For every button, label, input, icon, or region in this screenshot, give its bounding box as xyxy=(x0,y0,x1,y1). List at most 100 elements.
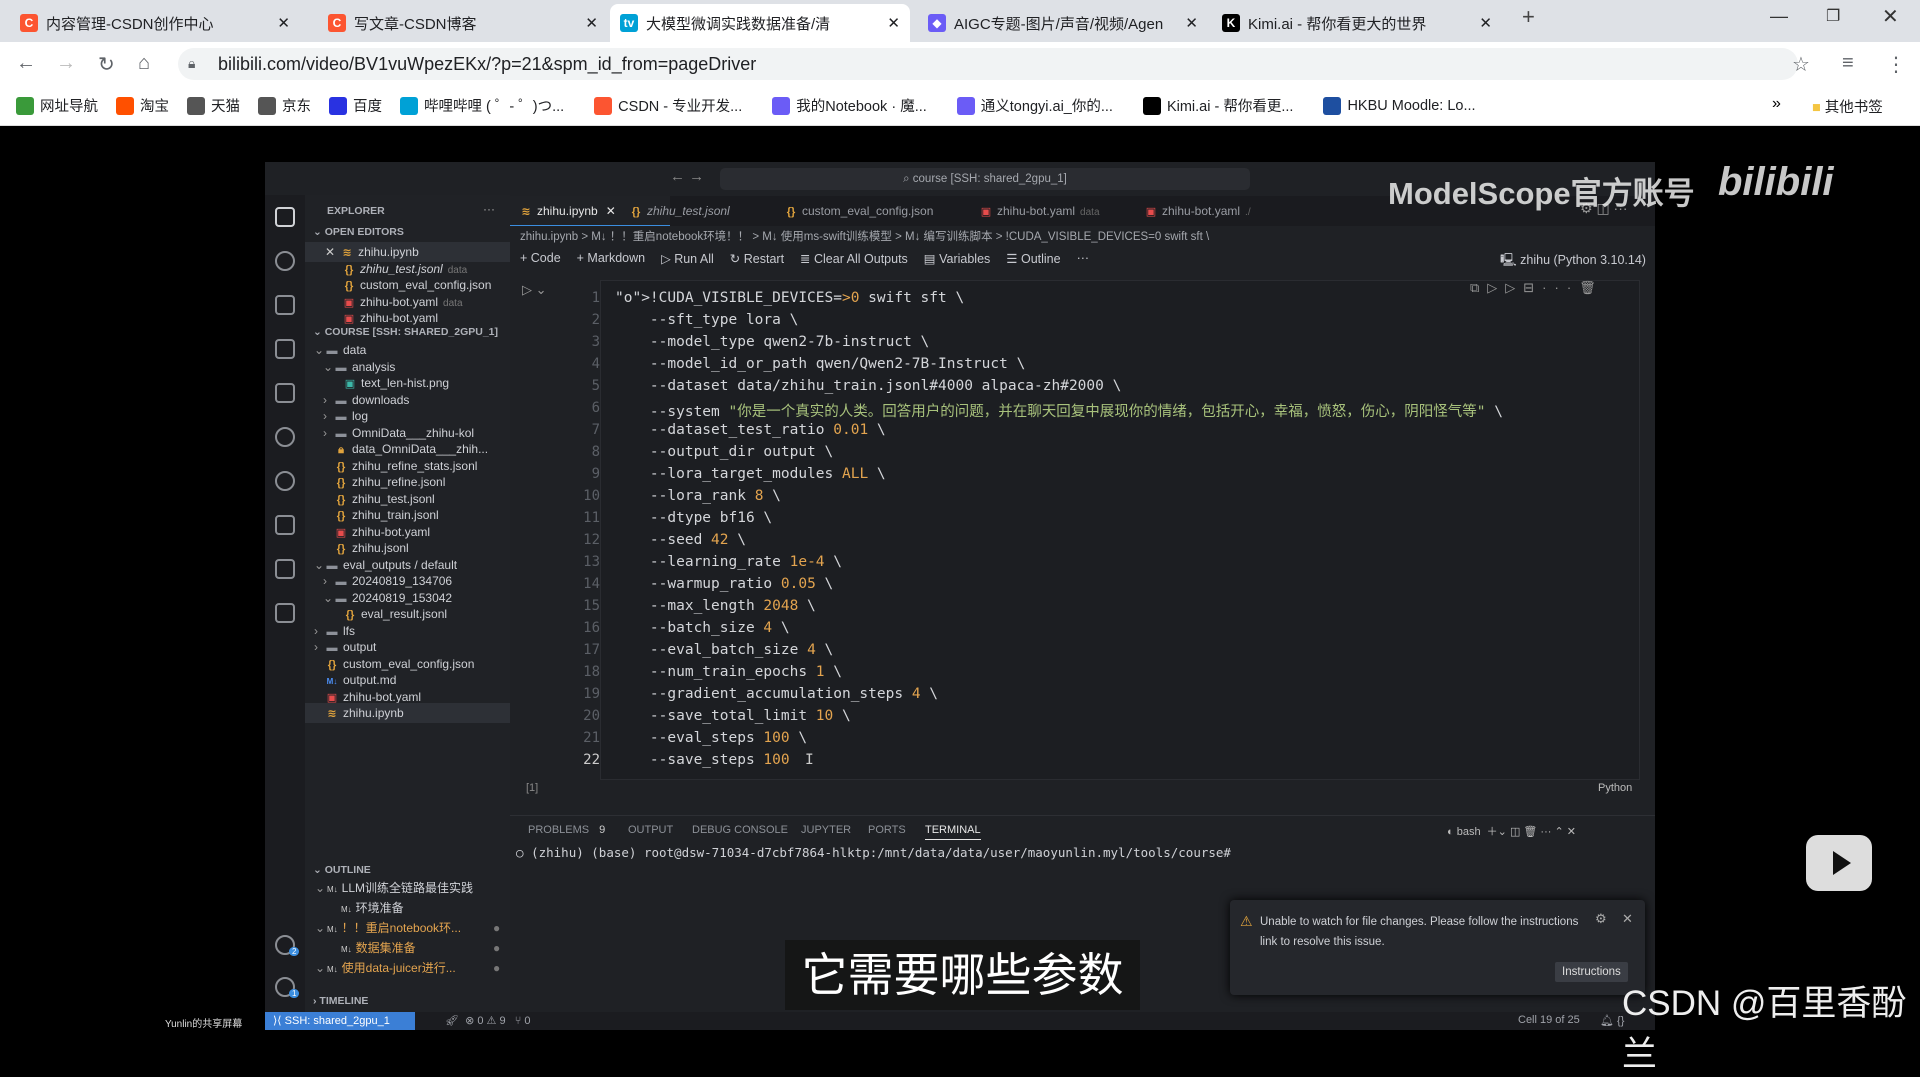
panel-tab[interactable]: TERMINAL xyxy=(925,824,981,840)
bookmark-item[interactable]: 网址导航 xyxy=(16,95,98,116)
code-line[interactable]: --dataset data/zhihu_train.jsonl#4000 al… xyxy=(615,378,1121,394)
clear-outputs-button[interactable]: ≣ Clear All Outputs xyxy=(800,251,908,266)
code-line[interactable]: --save_total_limit 10 \ xyxy=(615,708,851,724)
tree-file[interactable]: ≋ zhihu.ipynb xyxy=(305,703,510,723)
media-icon[interactable]: ≡ xyxy=(1842,52,1854,75)
command-center-search[interactable]: ⌕ course [SSH: shared_2gpu_1] xyxy=(720,168,1250,190)
outline-header[interactable]: ⌄ OUTLINE xyxy=(313,860,371,880)
browser-tab[interactable]: C 写文章-CSDN博客 ✕ xyxy=(318,4,608,42)
notification-close-icon[interactable]: ✕ xyxy=(1622,911,1633,927)
code-line[interactable]: --num_train_epochs 1 \ xyxy=(615,664,842,680)
close-tab-icon[interactable]: ✕ xyxy=(1185,14,1198,32)
run-debug-icon[interactable] xyxy=(275,295,295,315)
back-icon[interactable]: ← xyxy=(16,52,36,75)
open-editor-item[interactable]: ▣ zhihu-bot.yaml xyxy=(305,308,510,328)
kernel-picker[interactable]: 🖳︎ zhihu (Python 3.10.14) xyxy=(1500,251,1646,272)
code-line[interactable]: --learning_rate 1e-4 \ xyxy=(615,554,842,570)
close-tab-icon[interactable]: ✕ xyxy=(1479,14,1492,32)
remote-explorer-icon[interactable] xyxy=(275,339,295,359)
bookmark-item[interactable]: 天猫 xyxy=(187,95,240,116)
forward-icon[interactable]: → xyxy=(56,52,76,75)
cell-language[interactable]: Python xyxy=(1598,782,1632,794)
code-line[interactable]: --save_steps 100 xyxy=(615,752,790,768)
remote-indicator[interactable]: ⟩⟨ SSH: shared_2gpu_1 xyxy=(265,1012,415,1030)
bookmark-item[interactable]: CSDN - 专业开发... xyxy=(594,95,742,116)
close-icon[interactable]: ✕ xyxy=(325,245,335,259)
instructions-button[interactable]: Instructions xyxy=(1555,962,1628,982)
close-tab-icon[interactable]: ✕ xyxy=(585,14,598,32)
folder-icon[interactable] xyxy=(275,515,295,535)
code-line[interactable]: --system "你是一个真实的人类。回答用户的问题，并在聊天回复中展现你的情… xyxy=(615,400,1503,421)
problems-status[interactable]: 🚀︎ ⊗ 0 ⚠ 9 ⑂ 0 xyxy=(445,1014,531,1027)
bookmark-item[interactable]: HKBU Moodle: Lo... xyxy=(1323,96,1476,115)
home-icon[interactable]: ⌂ xyxy=(138,52,150,75)
new-tab-button[interactable]: + xyxy=(1522,4,1535,30)
extensions-icon[interactable] xyxy=(275,603,295,623)
source-control-icon[interactable] xyxy=(275,427,295,447)
code-line[interactable]: --batch_size 4 \ xyxy=(615,620,790,636)
outline-item[interactable]: M↓ 数据集准备 ● xyxy=(305,938,510,958)
terminal-line[interactable]: ○ (zhihu) (base) root@dsw-71034-d7cbf786… xyxy=(516,845,1231,860)
outline-item[interactable]: ⌄ M↓ 使用data-juicer进行... ● xyxy=(305,958,510,978)
panel-tab[interactable]: PORTS xyxy=(868,824,906,836)
explorer-icon[interactable] xyxy=(275,207,295,227)
browser-tab[interactable]: ◆ AIGC专题-图片/声音/视频/Agen ✕ xyxy=(918,4,1208,42)
testing-icon[interactable] xyxy=(275,383,295,403)
nav-arrows[interactable]: ← → xyxy=(670,168,704,185)
close-tab-icon[interactable]: ✕ xyxy=(606,204,616,218)
outline-button[interactable]: ☰ Outline xyxy=(1006,251,1060,266)
notification-settings-icon[interactable]: ⚙ xyxy=(1595,911,1607,927)
run-all-button[interactable]: ▷ Run All xyxy=(661,251,714,266)
code-line[interactable]: --model_id_or_path qwen/Qwen2-7B-Instruc… xyxy=(615,356,1025,372)
notifications-bell-icon[interactable]: 🔔︎ {} xyxy=(1600,1014,1624,1027)
restart-button[interactable]: ↻ Restart xyxy=(730,251,784,266)
star-icon[interactable]: ☆ xyxy=(1792,52,1810,77)
timeline-icon[interactable] xyxy=(275,471,295,491)
editor-tab[interactable]: ▣ zhihu-bot.yaml data xyxy=(970,196,1130,226)
lock-icon[interactable]: 🔒︎ xyxy=(188,55,195,72)
code-line[interactable]: --eval_steps 100 \ xyxy=(615,730,807,746)
python-icon[interactable] xyxy=(275,559,295,579)
close-window-button[interactable]: ✕ xyxy=(1882,4,1899,29)
minimize-button[interactable]: — xyxy=(1770,6,1788,27)
outline-item[interactable]: ⌄ M↓ ！！重启notebook环... ● xyxy=(305,918,510,938)
url-input[interactable]: bilibili.com/video/BV1vuWpezEKx/?p=21&sp… xyxy=(178,48,1798,80)
code-cell[interactable] xyxy=(600,280,1640,780)
bookmark-item[interactable]: 京东 xyxy=(258,95,311,116)
browser-tab[interactable]: C 内容管理-CSDN创作中心 ✕ xyxy=(10,4,300,42)
code-line[interactable]: --dtype bf16 \ xyxy=(615,510,772,526)
code-line[interactable]: "o">!CUDA_VISIBLE_DEVICES=>0 swift sft \ xyxy=(615,290,964,306)
bookmark-item[interactable]: 通义tongyi.ai_你的... xyxy=(956,95,1113,116)
editor-tab[interactable]: {} zhihu_test.jsonl xyxy=(620,196,780,226)
code-line[interactable]: --seed 42 \ xyxy=(615,532,746,548)
explorer-more-icon[interactable]: ··· xyxy=(483,199,495,219)
bookmark-item[interactable]: 淘宝 xyxy=(116,95,169,116)
code-line[interactable]: --max_length 2048 \ xyxy=(615,598,816,614)
code-line[interactable]: --output_dir output \ xyxy=(615,444,833,460)
code-line[interactable]: --gradient_accumulation_steps 4 \ xyxy=(615,686,938,702)
cell-status[interactable]: Cell 19 of 25 xyxy=(1518,1014,1580,1026)
close-tab-icon[interactable]: ✕ xyxy=(277,14,290,32)
browser-tab[interactable]: tv 大模型微调实践数据准备/清 ✕ xyxy=(610,4,910,42)
bookmark-item[interactable]: 我的Notebook · 魔... xyxy=(772,95,927,116)
other-bookmarks[interactable]: ■ 其他书签 xyxy=(1812,96,1883,117)
code-line[interactable]: --warmup_ratio 0.05 \ xyxy=(615,576,833,592)
code-line[interactable]: --model_type qwen2-7b-instruct \ xyxy=(615,334,929,350)
code-line[interactable]: --lora_target_modules ALL \ xyxy=(615,466,886,482)
code-line[interactable]: --sft_type lora \ xyxy=(615,312,798,328)
add-markdown-button[interactable]: + Markdown xyxy=(577,251,645,266)
code-line[interactable]: --lora_rank 8 \ xyxy=(615,488,781,504)
panel-tab[interactable]: PROBLEMS 9 xyxy=(528,824,605,836)
menu-icon[interactable]: ⋮ xyxy=(1886,52,1906,77)
bookmark-item[interactable]: 百度 xyxy=(329,95,382,116)
cell-toolbar[interactable]: ⧉▷▷⊟···🗑︎ xyxy=(1470,280,1604,296)
bilibili-tv-icon[interactable] xyxy=(1806,835,1872,891)
timeline-header[interactable]: › TIMELINE xyxy=(313,991,368,1011)
browser-tab[interactable]: K Kimi.ai - 帮你看更大的世界 ✕ xyxy=(1212,4,1502,42)
bookmarks-more[interactable]: » xyxy=(1772,95,1781,113)
run-cell-icon[interactable]: ▷ ⌄ xyxy=(522,282,547,298)
outline-item[interactable]: M↓ 环境准备 xyxy=(305,898,510,918)
terminal-actions[interactable]: ◐ bash ＋⌄ ◫ 🗑︎ ··· ⌃ ✕ xyxy=(1447,823,1576,839)
bookmark-item[interactable]: 哔哩哔哩 ( ゜- ゜)つ... xyxy=(400,95,564,116)
editor-tab[interactable]: {} custom_eval_config.json xyxy=(775,196,965,226)
